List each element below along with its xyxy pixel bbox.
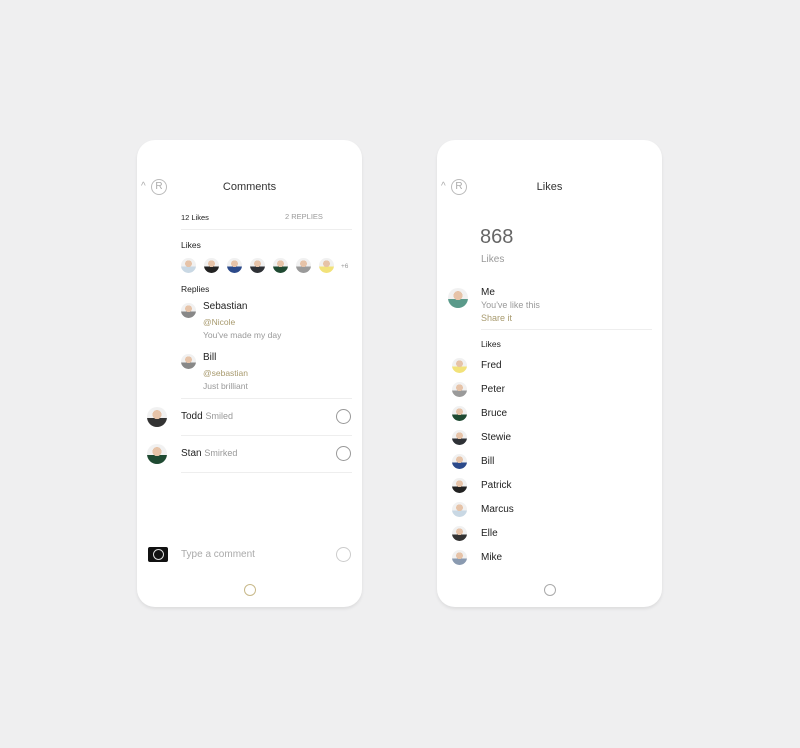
- page-title: Likes: [536, 181, 563, 193]
- me-status: You've like this: [481, 300, 540, 310]
- person-name: Mike: [481, 552, 503, 563]
- avatar: [181, 354, 196, 369]
- liker-avatar[interactable]: [296, 258, 311, 273]
- person-name: Stewie: [481, 432, 512, 443]
- divider: [181, 398, 352, 399]
- likes-total-label: Likes: [481, 254, 505, 265]
- avatar: [452, 454, 467, 469]
- more-likes[interactable]: +6: [341, 263, 348, 270]
- reply-author: Sebastian: [203, 301, 248, 312]
- reply-mention[interactable]: @sebastian: [203, 368, 248, 378]
- camera-icon: [152, 549, 164, 560]
- reaction-action: Smiled: [205, 411, 233, 421]
- likes-heading: Likes: [181, 240, 201, 250]
- liker-avatar[interactable]: [319, 258, 334, 273]
- share-link[interactable]: Share it: [481, 313, 512, 323]
- divider: [181, 229, 352, 230]
- person-name: Patrick: [481, 480, 512, 491]
- likes-screen: ^ R Likes 868 Likes Me You've like this …: [437, 140, 662, 607]
- avatar: [452, 526, 467, 541]
- divider: [181, 435, 352, 436]
- reaction-action: Smirked: [204, 448, 238, 458]
- person-name: Marcus: [481, 504, 514, 515]
- reply-author: Bill: [203, 352, 217, 363]
- reply-text: You've made my day: [203, 330, 282, 340]
- liker-avatar[interactable]: [250, 258, 265, 273]
- avatar: [452, 382, 467, 397]
- divider: [181, 472, 352, 473]
- avatar: [147, 407, 167, 427]
- home-button[interactable]: [244, 584, 256, 596]
- reply-mention[interactable]: @Nicole: [203, 317, 235, 327]
- liker-avatar[interactable]: [204, 258, 219, 273]
- likes-count[interactable]: 12 Likes: [181, 213, 209, 222]
- liker-avatar[interactable]: [273, 258, 288, 273]
- me-name: Me: [481, 287, 495, 298]
- page-title: Comments: [222, 181, 277, 193]
- smiley-icon[interactable]: [336, 446, 351, 461]
- reaction-author: Todd: [181, 411, 203, 422]
- divider: [481, 329, 652, 330]
- comments-screen: ^ R Comments 12 Likes 2 REPLIES Likes +6…: [137, 140, 362, 607]
- avatar: [452, 550, 467, 565]
- likes-list-heading: Likes: [481, 339, 501, 349]
- avatar: [452, 406, 467, 421]
- liker-avatar[interactable]: [227, 258, 242, 273]
- smiley-icon[interactable]: [336, 409, 351, 424]
- person-name: Fred: [481, 360, 502, 371]
- replies-heading: Replies: [181, 284, 210, 294]
- emoji-button[interactable]: [336, 547, 351, 562]
- avatar: [452, 478, 467, 493]
- likes-total: 868: [480, 226, 514, 248]
- reply-text: Just brilliant: [203, 381, 248, 391]
- person-name: Peter: [481, 384, 505, 395]
- avatar: [452, 502, 467, 517]
- avatar: [452, 358, 467, 373]
- avatar: [147, 444, 167, 464]
- liker-avatar[interactable]: [181, 258, 196, 273]
- avatar: [448, 288, 468, 308]
- likers-avatars: [181, 258, 334, 273]
- camera-button[interactable]: [148, 547, 168, 562]
- avatar: [181, 303, 196, 318]
- person-name: Bill: [481, 456, 495, 467]
- home-button[interactable]: [544, 584, 556, 596]
- comment-input[interactable]: Type a comment: [181, 549, 255, 560]
- person-name: Bruce: [481, 408, 508, 419]
- avatar: [452, 430, 467, 445]
- reaction-author: Stan: [181, 448, 202, 459]
- person-name: Elle: [481, 528, 498, 539]
- replies-count[interactable]: 2 REPLIES: [285, 212, 323, 221]
